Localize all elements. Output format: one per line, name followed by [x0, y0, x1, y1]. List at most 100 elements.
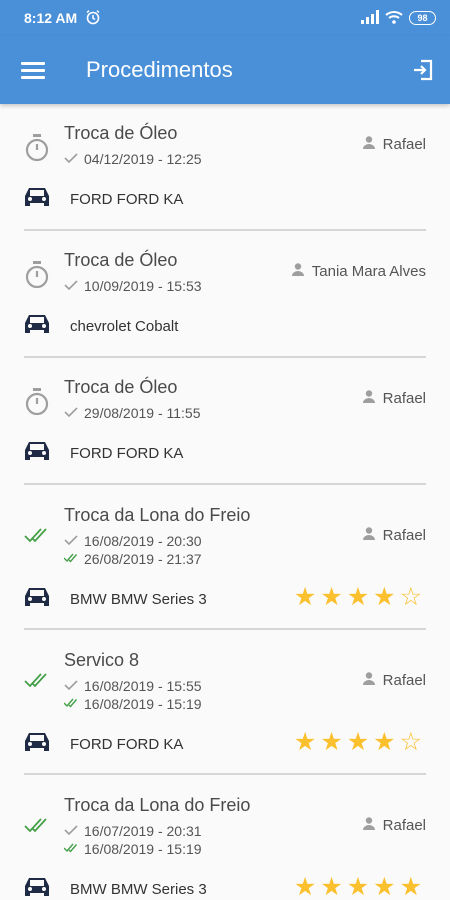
created-date: 29/08/2019 - 11:55: [64, 405, 201, 421]
created-date: 04/12/2019 - 12:25: [64, 151, 202, 167]
car-icon: [24, 876, 50, 900]
check-icon: [64, 278, 78, 294]
created-date-text: 29/08/2019 - 11:55: [84, 405, 201, 421]
star-filled-icon: ★: [293, 728, 317, 756]
procedure-title: Troca de Óleo: [64, 377, 178, 397]
list-item[interactable]: Troca da Lona do Freio 16/07/2019 - 20:3…: [24, 775, 426, 900]
assigned-user: Rafael: [362, 136, 426, 153]
procedure-title: Troca da Lona do Freio: [64, 795, 251, 815]
car-icon: [24, 586, 50, 613]
assigned-user: Rafael: [362, 390, 426, 407]
stopwatch-icon: [24, 261, 50, 294]
user-name: Tania Mara Alves: [311, 263, 426, 280]
completed-date: 16/08/2019 - 15:19: [63, 696, 202, 712]
star-filled-icon: ★: [293, 873, 317, 900]
procedure-list[interactable]: Troca de Óleo 04/12/2019 - 12:25 Rafael …: [0, 104, 450, 900]
double-check-small-icon: [63, 551, 78, 567]
created-date: 16/08/2019 - 20:30: [64, 533, 202, 549]
exit-icon[interactable]: [410, 57, 436, 83]
double-check-icon: [24, 525, 52, 550]
rating-stars: ★ ★ ★ ★ ★: [294, 875, 422, 900]
vehicle: FORD FORD KA: [24, 440, 183, 467]
completed-date-text: 26/08/2019 - 21:37: [84, 551, 202, 567]
user-name: Rafael: [382, 817, 426, 834]
vehicle: BMW BMW Series 3: [24, 876, 207, 900]
star-filled-icon: ★: [320, 583, 343, 611]
star-empty-icon: ☆: [399, 583, 422, 611]
alarm-icon: [85, 9, 101, 28]
person-icon: [362, 390, 375, 407]
list-item[interactable]: Troca de Óleo 04/12/2019 - 12:25 Rafael …: [24, 104, 426, 231]
menu-icon[interactable]: [20, 57, 46, 83]
assigned-user: Tania Mara Alves: [291, 263, 426, 280]
double-check-small-icon: [63, 696, 78, 712]
person-icon: [362, 136, 375, 153]
status-time: 8:12 AM: [24, 10, 78, 26]
vehicle-name: BMW BMW Series 3: [70, 591, 207, 608]
car-icon: [24, 440, 50, 467]
procedure-title: Troca da Lona do Freio: [64, 505, 251, 525]
car-icon: [24, 186, 50, 213]
vehicle: BMW BMW Series 3: [24, 586, 207, 613]
user-name: Rafael: [382, 527, 426, 544]
app-bar: Procedimentos: [0, 36, 450, 104]
user-name: Rafael: [382, 672, 426, 689]
person-icon: [291, 263, 304, 280]
vehicle-name: BMW BMW Series 3: [70, 881, 207, 898]
star-filled-icon: ★: [293, 583, 317, 611]
created-date-text: 16/07/2019 - 20:31: [84, 823, 202, 839]
star-filled-icon: ★: [346, 873, 370, 900]
check-icon: [64, 678, 78, 694]
check-icon: [64, 151, 78, 167]
battery-icon: 98: [409, 11, 436, 25]
completed-date: 16/08/2019 - 15:19: [63, 841, 202, 857]
car-icon: [24, 313, 50, 340]
rating-stars: ★ ★ ★ ★ ☆: [294, 585, 422, 610]
signal-icon: [361, 9, 379, 27]
stopwatch-icon: [24, 134, 50, 167]
double-check-icon: [24, 670, 52, 695]
star-filled-icon: ★: [346, 583, 370, 611]
rating-stars: ★ ★ ★ ★ ☆: [294, 730, 422, 755]
procedure-title: Servico 8: [64, 650, 140, 670]
assigned-user: Rafael: [362, 527, 426, 544]
completed-date-text: 16/08/2019 - 15:19: [84, 696, 202, 712]
vehicle-name: FORD FORD KA: [70, 445, 184, 462]
procedure-title: Troca de Óleo: [64, 250, 178, 270]
page-title: Procedimentos: [86, 57, 233, 82]
assigned-user: Rafael: [362, 817, 426, 834]
vehicle-name: chevrolet Cobalt: [70, 318, 179, 335]
star-filled-icon: ★: [373, 873, 396, 900]
list-item[interactable]: Troca de Óleo 10/09/2019 - 15:53 Tania M…: [24, 231, 426, 358]
created-date-text: 04/12/2019 - 12:25: [84, 151, 202, 167]
check-icon: [64, 533, 78, 549]
user-name: Rafael: [382, 136, 426, 153]
completed-date: 26/08/2019 - 21:37: [63, 551, 202, 567]
star-filled-icon: ★: [346, 728, 370, 756]
list-item[interactable]: Servico 8 16/08/2019 - 15:55 16/08/2019 …: [24, 630, 426, 775]
vehicle: FORD FORD KA: [24, 186, 183, 213]
procedure-title: Troca de Óleo: [64, 123, 178, 143]
list-item[interactable]: Troca da Lona do Freio 16/08/2019 - 20:3…: [24, 485, 426, 630]
check-icon: [64, 823, 78, 839]
status-bar: 8:12 AM 98: [0, 0, 450, 36]
person-icon: [362, 672, 375, 689]
created-date-text: 16/08/2019 - 20:30: [84, 533, 202, 549]
created-date: 16/08/2019 - 15:55: [64, 678, 202, 694]
person-icon: [362, 817, 375, 834]
double-check-icon: [24, 815, 52, 840]
stopwatch-icon: [24, 388, 50, 421]
star-filled-icon: ★: [320, 873, 343, 900]
star-empty-icon: ☆: [399, 728, 422, 756]
vehicle-name: FORD FORD KA: [70, 736, 184, 753]
assigned-user: Rafael: [362, 672, 426, 689]
star-filled-icon: ★: [373, 728, 396, 756]
list-item[interactable]: Troca de Óleo 29/08/2019 - 11:55 Rafael …: [24, 358, 426, 485]
created-date-text: 10/09/2019 - 15:53: [84, 278, 202, 294]
star-filled-icon: ★: [373, 583, 396, 611]
completed-date-text: 16/08/2019 - 15:19: [84, 841, 202, 857]
created-date: 16/07/2019 - 20:31: [64, 823, 202, 839]
star-filled-icon: ★: [399, 873, 422, 900]
wifi-icon: [385, 10, 403, 27]
check-icon: [64, 405, 78, 421]
